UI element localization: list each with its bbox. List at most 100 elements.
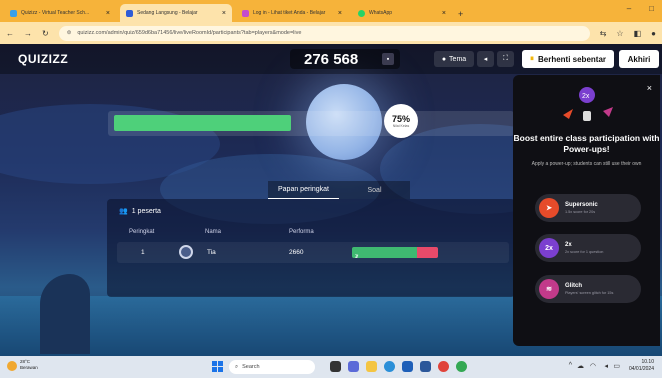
word-icon[interactable] [420, 361, 431, 372]
powerup-2x[interactable]: 2x 2x 2x score for 1 question [535, 234, 641, 262]
speaker-icon: ◂ [483, 56, 488, 63]
leaderboard-tabs: Papan peringkat Soal [268, 181, 410, 199]
quizizz-live-screen: QUIZIZZ 276 568 ▪ ● Tema ◂ ⛶ ⏸ Berhenti … [0, 44, 662, 356]
teams-icon[interactable] [348, 361, 359, 372]
browser-tab-quizizz[interactable]: Quizizz - Virtual Teacher Sch... × [4, 4, 116, 22]
tab-favicon-icon [126, 9, 133, 17]
rocket-icon: ➤ [539, 198, 559, 218]
site-info-icon[interactable]: ⊜ [67, 30, 72, 36]
end-button[interactable]: Akhiri [619, 50, 659, 68]
sound-button[interactable]: ◂ [477, 51, 494, 67]
game-code-text: 276 568 [304, 50, 359, 68]
weather-icon [7, 361, 17, 371]
incorrect-segment [416, 247, 438, 258]
class-score-badge: 75% Nilai Kelas [384, 104, 418, 138]
close-tab-icon[interactable]: × [106, 10, 110, 17]
rock-illustration [40, 274, 90, 354]
participant-count-label: 1 peserta [131, 207, 161, 215]
progress-fill [114, 115, 292, 131]
browser-tab-whatsapp[interactable]: WhatsApp × [352, 4, 452, 22]
reload-icon[interactable]: ↻ [42, 29, 49, 38]
fullscreen-button[interactable]: ⛶ [497, 51, 514, 67]
clock-date: 04/01/2024 [628, 366, 654, 372]
search-label: Search [242, 364, 260, 370]
tab-questions[interactable]: Soal [339, 181, 410, 199]
browser-tab-strip: Quizizz - Virtual Teacher Sch... × Sedan… [0, 0, 662, 22]
browser-tab-live[interactable]: Sedang Langsung - Belajar × [120, 4, 232, 22]
cloud-icon[interactable]: ☁ [577, 362, 584, 370]
task-view-icon[interactable] [330, 361, 341, 372]
class-progress-bar [108, 111, 514, 136]
app-icon[interactable] [438, 361, 449, 372]
powerups-title: Boost entire class participation with Po… [513, 133, 660, 154]
powerup-desc: 2x score for 1 question [565, 250, 604, 254]
table-row[interactable]: 1 Tia 2660 ✓ 3 [117, 242, 509, 263]
tab-leaderboard[interactable]: Papan peringkat [268, 181, 339, 199]
game-code: 276 568 ▪ [290, 49, 400, 69]
chrome-icon[interactable] [456, 361, 467, 372]
powerup-name: Glitch [565, 283, 583, 289]
back-arrow-icon[interactable]: ← [6, 29, 14, 38]
new-tab-button[interactable]: + [458, 9, 463, 19]
powerups-illustration: 2x [563, 87, 613, 121]
battery-icon[interactable]: ▭ [613, 362, 620, 370]
bookmark-star-icon[interactable]: ☆ [616, 29, 623, 38]
minimize-button[interactable]: – [627, 4, 631, 13]
tab-label: WhatsApp [369, 10, 393, 16]
volume-icon[interactable]: ◂ [604, 362, 608, 370]
palette-icon: ● [441, 55, 447, 63]
glitch-icon: ≋ [539, 279, 559, 299]
powerup-name: 2x [565, 242, 572, 248]
tab-label: Log in - Lihat tiket Anda - Belajar [253, 10, 326, 16]
close-tab-icon[interactable]: × [338, 10, 342, 17]
file-explorer-icon[interactable] [366, 361, 377, 372]
search-icon: ⌕ [235, 363, 239, 370]
score-caption: Nilai Kelas [392, 124, 410, 128]
chevron-up-icon[interactable]: ^ [569, 362, 572, 369]
powerup-glitch[interactable]: ≋ Glitch Players' screen glitch for 15s [535, 275, 641, 303]
url-text: quizizz.com/admin/quiz/659d6ba71456/live… [77, 30, 302, 36]
header-name: Nama [205, 229, 222, 235]
tab-label: Quizizz - Virtual Teacher Sch... [21, 10, 90, 16]
pause-label: Berhenti sebentar [537, 54, 607, 64]
forward-arrow-icon[interactable]: → [24, 29, 32, 38]
close-tab-icon[interactable]: × [442, 10, 446, 17]
profile-icon[interactable]: ● [651, 29, 656, 38]
weather-condition: Berawan [20, 365, 38, 370]
translate-icon[interactable]: ⇆ [600, 29, 607, 38]
wifi-icon[interactable]: ◠ [590, 362, 596, 370]
header-performance: Performa [289, 229, 314, 235]
theme-button[interactable]: ● Tema [434, 51, 474, 67]
users-icon: 👥 [119, 208, 128, 215]
theme-label: Tema [449, 55, 467, 63]
windows-start-icon[interactable] [212, 361, 223, 372]
tab-favicon-icon [10, 9, 17, 17]
participant-count: 👥 1 peserta [119, 207, 161, 216]
clock[interactable]: 10.10 04/01/2024 [629, 359, 654, 373]
performance-bar: ✓ 3 [352, 247, 438, 258]
clock-time: 10.10 [641, 359, 654, 365]
store-icon[interactable] [402, 361, 413, 372]
quizizz-logo: QUIZIZZ [18, 52, 69, 66]
row-score: 2660 [289, 249, 304, 256]
powerup-supersonic[interactable]: ➤ Supersonic 1.5x score for 20s [535, 194, 641, 222]
tab-favicon-icon [242, 9, 249, 17]
pause-button[interactable]: ⏸ Berhenti sebentar [522, 50, 614, 68]
edge-icon[interactable] [384, 361, 395, 372]
lock-icon[interactable]: ▪ [382, 53, 394, 65]
tab-label: Sedang Langsung - Belajar [137, 10, 198, 16]
browser-tab-login[interactable]: Log in - Lihat tiket Anda - Belajar × [236, 4, 348, 22]
address-bar[interactable]: ⊜ quizizz.com/admin/quiz/659d6ba71456/li… [58, 25, 590, 41]
maximize-button[interactable]: □ [649, 4, 654, 13]
leaderboard-panel: 👥 1 peserta Peringkat Nama Performa 1 Ti… [107, 199, 515, 297]
browser-toolbar: ← → ↻ ⊜ quizizz.com/admin/quiz/659d6ba71… [0, 22, 662, 44]
taskbar-search[interactable]: ⌕ Search [229, 360, 315, 374]
close-icon[interactable]: × [647, 83, 652, 93]
close-tab-icon[interactable]: × [222, 10, 226, 17]
weather-widget[interactable]: 28°C Berawan [7, 359, 38, 371]
powerup-name: Supersonic [565, 202, 598, 208]
powerups-panel: × 2x Boost entire class participation wi… [513, 75, 660, 346]
tab-favicon-icon [358, 9, 365, 17]
sidepanel-icon[interactable]: ◧ [634, 29, 642, 38]
row-name: Tia [207, 249, 216, 256]
